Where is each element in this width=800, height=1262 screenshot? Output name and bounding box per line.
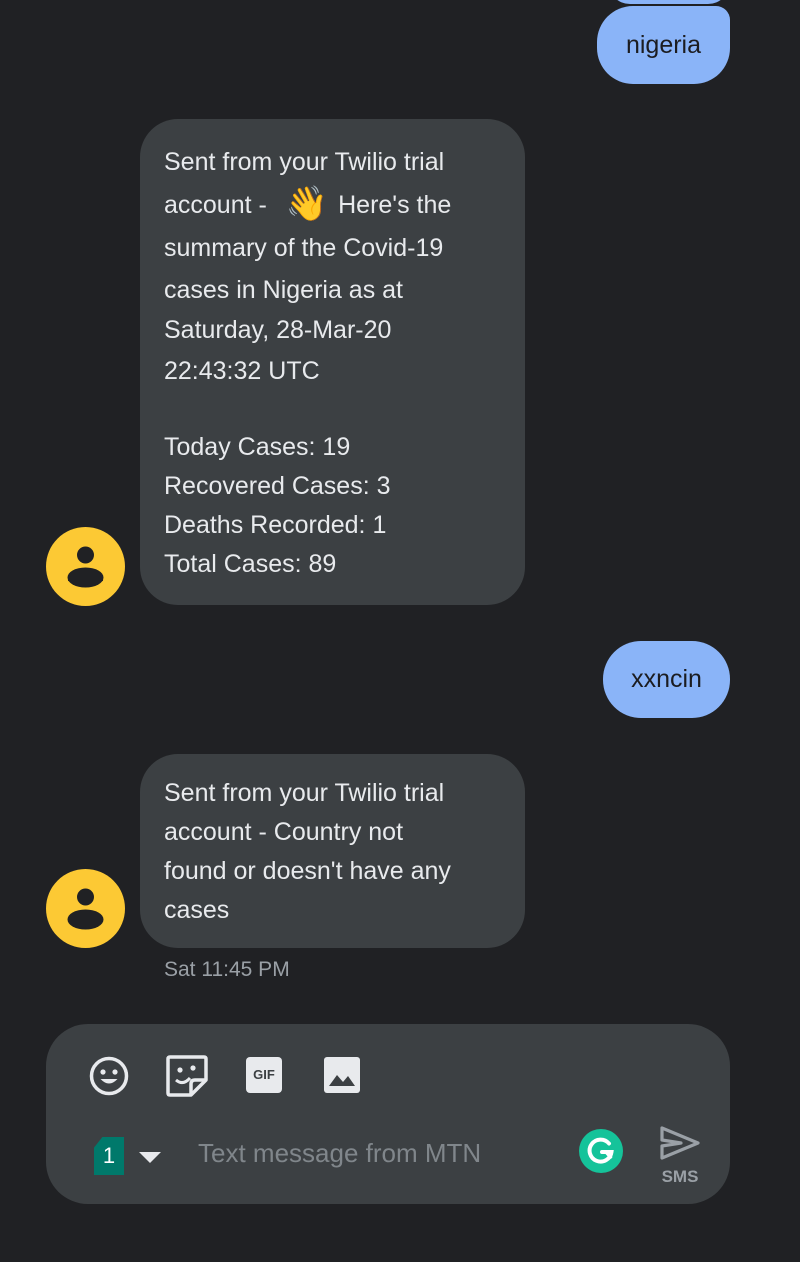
message-fragment: Here's the (338, 191, 452, 219)
waving-hand-emoji: 👋 (285, 185, 329, 223)
message-line: account - Country not (164, 818, 404, 846)
conversation-screen: nigeria Sent from your Twilio trial acco… (0, 0, 800, 1262)
message-line: Deaths Recorded: 1 (164, 511, 387, 539)
contact-avatar[interactable] (46, 527, 125, 606)
person-icon (67, 546, 104, 588)
message-line: Sent from your Twilio trial (164, 779, 445, 807)
incoming-message-bubble[interactable]: Sent from your Twilio trial account - 👋 H… (140, 119, 525, 605)
chevron-down-icon[interactable] (138, 1149, 162, 1165)
message-line: 22:43:32 UTC (164, 357, 320, 385)
incoming-message-bubble[interactable]: Sent from your Twilio trial account - Co… (140, 754, 525, 948)
message-text: xxncin (631, 665, 702, 693)
message-line-with-emoji: account - 👋 Here's the (164, 183, 501, 226)
message-line: Sent from your Twilio trial (164, 148, 445, 176)
sim-number: 1 (102, 1143, 116, 1168)
image-icon[interactable] (324, 1057, 360, 1093)
message-fragment: account - (164, 191, 274, 219)
message-line: cases (164, 896, 230, 924)
gif-icon[interactable]: GIF (246, 1057, 282, 1093)
message-timestamp: Sat 11:45 PM (164, 958, 290, 981)
message-line: found or doesn't have any (164, 857, 451, 885)
message-input[interactable] (198, 1130, 558, 1176)
message-line: Today Cases: 19 (164, 433, 351, 461)
message-line: cases in Nigeria as at (164, 276, 404, 304)
message-line: Recovered Cases: 3 (164, 472, 391, 500)
contact-avatar[interactable] (46, 869, 125, 948)
gif-label: GIF (253, 1067, 275, 1082)
grammarly-icon[interactable] (579, 1129, 623, 1173)
sim-selector[interactable]: 1 (94, 1137, 124, 1175)
message-text: nigeria (625, 31, 702, 59)
outgoing-message-bubble[interactable]: xxncin (603, 641, 730, 718)
previous-message-bubble[interactable] (608, 0, 730, 4)
message-line: summary of the Covid-19 (164, 234, 444, 262)
send-icon[interactable] (659, 1125, 701, 1161)
message-line: Saturday, 28-Mar-20 (164, 316, 392, 344)
emoji-icon[interactable] (88, 1055, 130, 1097)
person-icon (67, 888, 104, 930)
outgoing-message-bubble[interactable]: nigeria (597, 6, 730, 84)
send-mode-label: SMS (661, 1167, 699, 1186)
sticker-icon[interactable] (164, 1053, 210, 1099)
message-composer: GIF 1 Text message from MTN SMS (46, 1024, 730, 1204)
message-line: Total Cases: 89 (164, 550, 337, 578)
